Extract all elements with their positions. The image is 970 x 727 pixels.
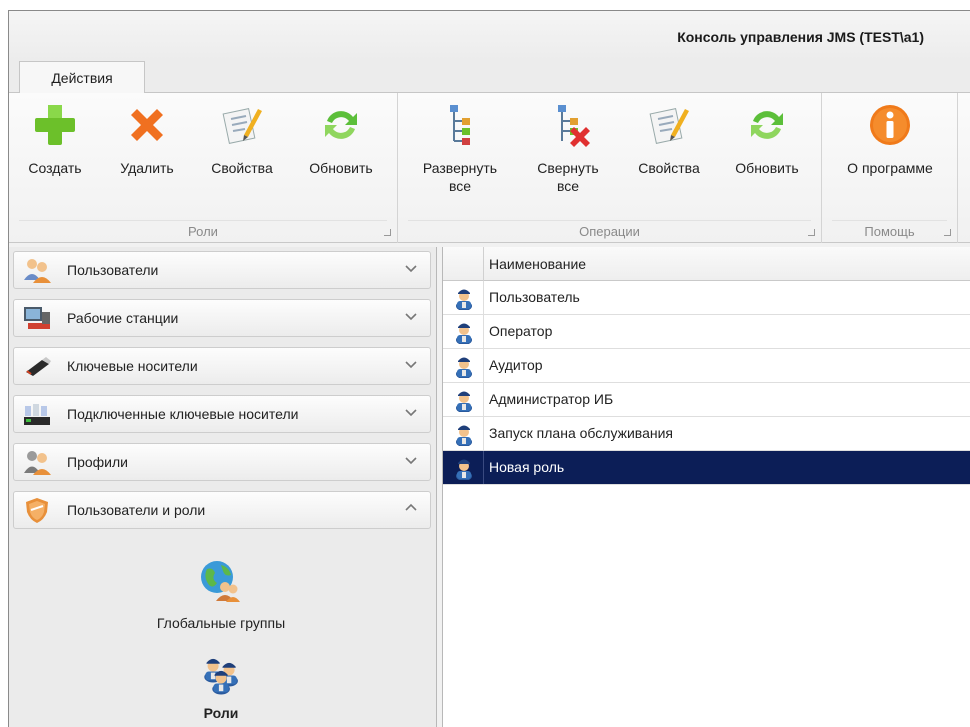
- table-row[interactable]: Запуск плана обслуживания: [443, 417, 970, 451]
- nav-group-users-and-roles[interactable]: Пользователи и роли: [13, 491, 431, 529]
- properties-button[interactable]: Свойства: [197, 101, 287, 177]
- nav-group-users-label: Пользователи: [67, 262, 159, 278]
- properties-icon: [649, 108, 689, 144]
- group-label-help: Помощь: [864, 224, 915, 239]
- chevron-down-icon: [405, 313, 417, 321]
- nav-group-key-media-label: Ключевые носители: [67, 358, 198, 374]
- plus-icon: [35, 105, 75, 145]
- create-button[interactable]: Создать: [17, 101, 93, 177]
- delete-x-icon: [131, 109, 163, 141]
- nav-group-workstations[interactable]: Рабочие станции: [13, 299, 431, 337]
- refresh-icon: [325, 111, 357, 139]
- grid-header: Наименование: [443, 247, 970, 281]
- ribbon-group-operations: Развернуть все Свернуть все Свойства Обн…: [398, 93, 822, 243]
- profiles-icon: [24, 451, 51, 475]
- create-label: Создать: [28, 160, 82, 176]
- tree-expand-icon: [450, 105, 470, 145]
- group-label-roles: Роли: [188, 224, 218, 239]
- column-header-name[interactable]: Наименование: [489, 256, 586, 272]
- nav-group-connected-key-media[interactable]: Подключенные ключевые носители: [13, 395, 431, 433]
- role-name: Новая роль: [489, 459, 565, 475]
- group-label-operations: Операции: [579, 224, 640, 239]
- shield-icon: [26, 498, 48, 523]
- expand-all-button[interactable]: Развернуть все: [408, 101, 512, 195]
- group-launcher-icon[interactable]: [384, 229, 391, 236]
- chevron-down-icon: [405, 457, 417, 465]
- ribbon-tab-strip: Действия: [9, 61, 970, 94]
- role-icon: [456, 289, 472, 310]
- about-button[interactable]: О программе: [830, 101, 950, 177]
- group-launcher-icon[interactable]: [808, 229, 815, 236]
- ribbon-group-help: О программе Помощь: [822, 93, 958, 243]
- delete-label: Удалить: [120, 160, 174, 176]
- role-name: Пользователь: [489, 289, 580, 305]
- properties-icon: [222, 108, 262, 144]
- expand-all-label: Развернуть все: [422, 160, 498, 194]
- navigation-pane: Пользователи Рабочие станции Ключевые но…: [9, 247, 437, 727]
- delete-button[interactable]: Удалить: [105, 101, 189, 177]
- role-name: Запуск плана обслуживания: [489, 425, 673, 441]
- tab-actions[interactable]: Действия: [19, 61, 145, 94]
- ribbon: Создать Удалить Свойства Обновить Роли Р…: [9, 93, 970, 243]
- refresh-icon: [751, 111, 783, 139]
- role-icon: [456, 425, 472, 446]
- ribbon-group-roles: Создать Удалить Свойства Обновить Роли: [9, 93, 398, 243]
- nav-group-content: Глобальные группы Роли: [9, 539, 433, 727]
- refresh-button[interactable]: Обновить: [296, 101, 386, 177]
- nav-group-connected-key-media-label: Подключенные ключевые носители: [67, 406, 299, 422]
- role-icon: [456, 391, 472, 412]
- users-icon: [24, 259, 51, 283]
- operations-refresh-label: Обновить: [735, 160, 799, 176]
- chevron-down-icon: [405, 361, 417, 369]
- nav-item-roles[interactable]: Роли: [9, 651, 433, 721]
- connected-tokens-icon: [24, 404, 50, 425]
- role-icon: [456, 323, 472, 344]
- collapse-all-label: Свернуть все: [537, 160, 599, 194]
- role-name: Администратор ИБ: [489, 391, 614, 407]
- table-row-selected[interactable]: Новая роль: [443, 451, 970, 485]
- workstation-icon: [24, 307, 50, 329]
- tree-collapse-icon: [558, 105, 590, 147]
- roles-grid: Наименование Пользователь Оператор Аудит…: [442, 247, 970, 727]
- window-title: Консоль управления JMS (TEST\a1): [677, 29, 924, 45]
- nav-group-key-media[interactable]: Ключевые носители: [13, 347, 431, 385]
- properties-label: Свойства: [211, 160, 273, 176]
- table-row[interactable]: Аудитор: [443, 349, 970, 383]
- nav-item-global-groups[interactable]: Глобальные группы: [9, 559, 433, 631]
- nav-group-profiles-label: Профили: [67, 454, 128, 470]
- role-name: Оператор: [489, 323, 553, 339]
- nav-item-global-groups-label: Глобальные группы: [156, 615, 286, 631]
- group-separator: [408, 220, 811, 221]
- operations-properties-button[interactable]: Свойства: [624, 101, 714, 177]
- title-bar: Консоль управления JMS (TEST\a1): [9, 11, 970, 61]
- nav-group-profiles[interactable]: Профили: [13, 443, 431, 481]
- chevron-up-icon: [405, 503, 417, 511]
- group-separator: [19, 220, 387, 221]
- application-window: Консоль управления JMS (TEST\a1) Действи…: [8, 10, 970, 727]
- row-indicator-header: [443, 247, 484, 281]
- refresh-label: Обновить: [309, 160, 373, 176]
- table-row[interactable]: Пользователь: [443, 281, 970, 315]
- nav-group-workstations-label: Рабочие станции: [67, 310, 179, 326]
- role-icon: [456, 459, 472, 480]
- table-row[interactable]: Оператор: [443, 315, 970, 349]
- global-groups-icon: [201, 561, 240, 602]
- operations-properties-label: Свойства: [638, 160, 700, 176]
- role-name: Аудитор: [489, 357, 543, 373]
- chevron-down-icon: [405, 409, 417, 417]
- nav-item-roles-label: Роли: [203, 705, 239, 721]
- group-launcher-icon[interactable]: [944, 229, 951, 236]
- chevron-down-icon: [405, 265, 417, 273]
- info-icon: [870, 105, 910, 145]
- operations-refresh-button[interactable]: Обновить: [721, 101, 813, 177]
- collapse-all-button[interactable]: Свернуть все: [524, 101, 612, 195]
- table-row[interactable]: Администратор ИБ: [443, 383, 970, 417]
- usb-token-icon: [26, 357, 51, 376]
- group-separator: [832, 220, 947, 221]
- nav-group-users-and-roles-label: Пользователи и роли: [67, 502, 206, 518]
- about-label: О программе: [847, 160, 933, 176]
- roles-icon: [204, 658, 238, 695]
- role-icon: [456, 357, 472, 378]
- nav-group-users[interactable]: Пользователи: [13, 251, 431, 289]
